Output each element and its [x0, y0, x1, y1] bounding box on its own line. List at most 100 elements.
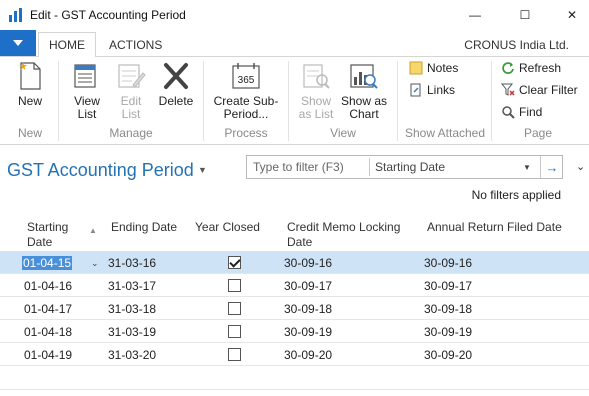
- app-icon: [9, 8, 22, 22]
- year-closed-checkbox[interactable]: [228, 279, 241, 292]
- cell-credit-memo-date[interactable]: 30-09-19: [284, 325, 332, 339]
- cell-ending-date[interactable]: 31-03-18: [108, 302, 156, 316]
- cell-credit-memo-date[interactable]: 30-09-16: [284, 256, 332, 270]
- filter-bar: Type to filter (F3) Starting Date ▼ →: [246, 155, 563, 179]
- close-icon: ✕: [566, 8, 578, 22]
- maximize-button[interactable]: ☐: [502, 0, 548, 30]
- table-row[interactable]: 01-04-19 31-03-20 30-09-20 30-09-20: [0, 343, 589, 366]
- filter-status: No filters applied: [471, 188, 561, 202]
- close-button[interactable]: ✕: [549, 0, 589, 30]
- group-label-view: View: [330, 126, 356, 140]
- cell-starting-date[interactable]: 01-04-17: [24, 302, 72, 316]
- sort-ascending-icon: ▲: [89, 226, 97, 235]
- table-row[interactable]: 01-04-15 ⌄ 31-03-16 30-09-16 30-09-16: [0, 251, 589, 274]
- show-list-icon: [300, 61, 332, 91]
- refresh-button[interactable]: Refresh: [501, 61, 561, 75]
- page-title: GST Accounting Period: [7, 160, 194, 180]
- notes-label: Notes: [427, 61, 459, 75]
- filter-field-select[interactable]: Starting Date: [375, 160, 445, 174]
- column-header-starting-date[interactable]: Starting Date: [27, 220, 68, 250]
- cell-annual-return-date[interactable]: 30-09-19: [424, 325, 472, 339]
- cell-credit-memo-date[interactable]: 30-09-18: [284, 302, 332, 316]
- show-as-list-label-2: as List: [298, 107, 334, 121]
- cell-ending-date[interactable]: 31-03-20: [108, 348, 156, 362]
- group-divider: [491, 61, 492, 141]
- tab-home[interactable]: HOME: [38, 32, 96, 58]
- collapse-chevron-icon[interactable]: ⌄: [576, 160, 585, 173]
- minimize-button[interactable]: —: [452, 0, 498, 30]
- group-divider: [288, 61, 289, 141]
- column-header-year-closed[interactable]: Year Closed: [195, 220, 260, 235]
- delete-label: Delete: [158, 94, 194, 108]
- table-row[interactable]: 01-04-16 31-03-17 30-09-17 30-09-17: [0, 274, 589, 297]
- show-as-chart-button[interactable]: Show as Chart: [339, 61, 389, 121]
- clear-filter-label: Clear Filter: [519, 83, 578, 97]
- refresh-label: Refresh: [519, 61, 562, 75]
- column-header-label: Date: [287, 235, 313, 249]
- new-button[interactable]: New: [12, 61, 48, 108]
- cell-annual-return-date[interactable]: 30-09-20: [424, 348, 472, 362]
- cell-starting-date[interactable]: 01-04-19: [24, 348, 72, 362]
- cell-ending-date[interactable]: 31-03-19: [108, 325, 156, 339]
- filter-divider: [369, 158, 370, 176]
- cell-annual-return-date[interactable]: 30-09-18: [424, 302, 472, 316]
- chevron-down-icon[interactable]: ▼: [523, 163, 531, 172]
- show-as-list-button[interactable]: Show as List: [296, 61, 336, 121]
- cell-starting-date[interactable]: 01-04-15: [22, 256, 73, 270]
- clear-filter-button[interactable]: Clear Filter: [500, 83, 578, 97]
- column-header-label: Starting: [27, 220, 69, 234]
- dropdown-arrow-icon: [13, 40, 23, 46]
- cell-starting-date[interactable]: 01-04-18: [24, 325, 72, 339]
- cell-credit-memo-date[interactable]: 30-09-20: [284, 348, 332, 362]
- year-closed-checkbox[interactable]: [228, 256, 241, 269]
- edit-list-button[interactable]: Edit List: [114, 61, 148, 121]
- ribbon: New New View List Edit List Delete Manag…: [0, 57, 589, 145]
- minimize-icon: —: [469, 8, 481, 22]
- create-sub-period-button[interactable]: 365 Create Sub- Period...: [210, 61, 282, 121]
- new-document-icon: [14, 61, 46, 91]
- edit-list-icon: [115, 61, 147, 91]
- delete-button[interactable]: Delete: [157, 61, 195, 108]
- group-divider: [397, 61, 398, 141]
- notes-icon: [409, 61, 423, 75]
- year-closed-checkbox[interactable]: [228, 302, 241, 315]
- column-header-credit-memo-locking-date[interactable]: Credit Memo Locking Date: [287, 220, 400, 250]
- table-row[interactable]: 01-04-17 31-03-18 30-09-18 30-09-18: [0, 297, 589, 320]
- table-row[interactable]: 01-04-18 31-03-19 30-09-19 30-09-19: [0, 320, 589, 343]
- links-icon: [409, 83, 423, 97]
- column-header-ending-date[interactable]: Ending Date: [111, 220, 177, 235]
- year-closed-checkbox[interactable]: [228, 348, 241, 361]
- group-label-process: Process: [224, 126, 268, 140]
- page-title-dropdown-icon[interactable]: ▼: [198, 165, 207, 175]
- group-label-new: New: [17, 126, 42, 140]
- show-as-chart-label-2: Chart: [349, 107, 379, 121]
- group-label-page: Page: [523, 126, 553, 140]
- filter-input[interactable]: Type to filter (F3): [253, 160, 344, 174]
- cell-ending-date[interactable]: 31-03-16: [108, 256, 156, 270]
- new-label: New: [17, 94, 42, 108]
- row-dropdown-icon[interactable]: ⌄: [91, 258, 99, 269]
- refresh-icon: [501, 61, 515, 75]
- group-label-manage: Manage: [109, 126, 153, 140]
- column-header-annual-return-filed-date[interactable]: Annual Return Filed Date: [427, 220, 562, 235]
- notes-button[interactable]: Notes: [409, 61, 458, 75]
- title-bar: Edit - GST Accounting Period — ☐ ✕: [0, 0, 589, 30]
- cell-annual-return-date[interactable]: 30-09-16: [424, 256, 472, 270]
- tab-actions[interactable]: ACTIONS: [99, 32, 172, 58]
- column-header-label: Credit Memo Locking: [287, 220, 401, 234]
- cell-annual-return-date[interactable]: 30-09-17: [424, 279, 472, 293]
- view-list-label-2: List: [77, 107, 97, 121]
- find-button[interactable]: Find: [501, 105, 542, 119]
- group-divider: [58, 61, 59, 141]
- find-icon: [501, 105, 515, 119]
- cell-ending-date[interactable]: 31-03-17: [108, 279, 156, 293]
- cell-credit-memo-date[interactable]: 30-09-17: [284, 279, 332, 293]
- window-title: Edit - GST Accounting Period: [30, 8, 186, 22]
- cell-starting-date[interactable]: 01-04-16: [24, 279, 72, 293]
- view-list-button[interactable]: View List: [70, 61, 104, 121]
- year-closed-checkbox[interactable]: [228, 325, 241, 338]
- file-menu-button[interactable]: [0, 30, 36, 56]
- filter-go-arrow-icon[interactable]: →: [540, 156, 563, 178]
- create-sub-period-label-2: Period...: [223, 107, 269, 121]
- links-button[interactable]: Links: [409, 83, 455, 97]
